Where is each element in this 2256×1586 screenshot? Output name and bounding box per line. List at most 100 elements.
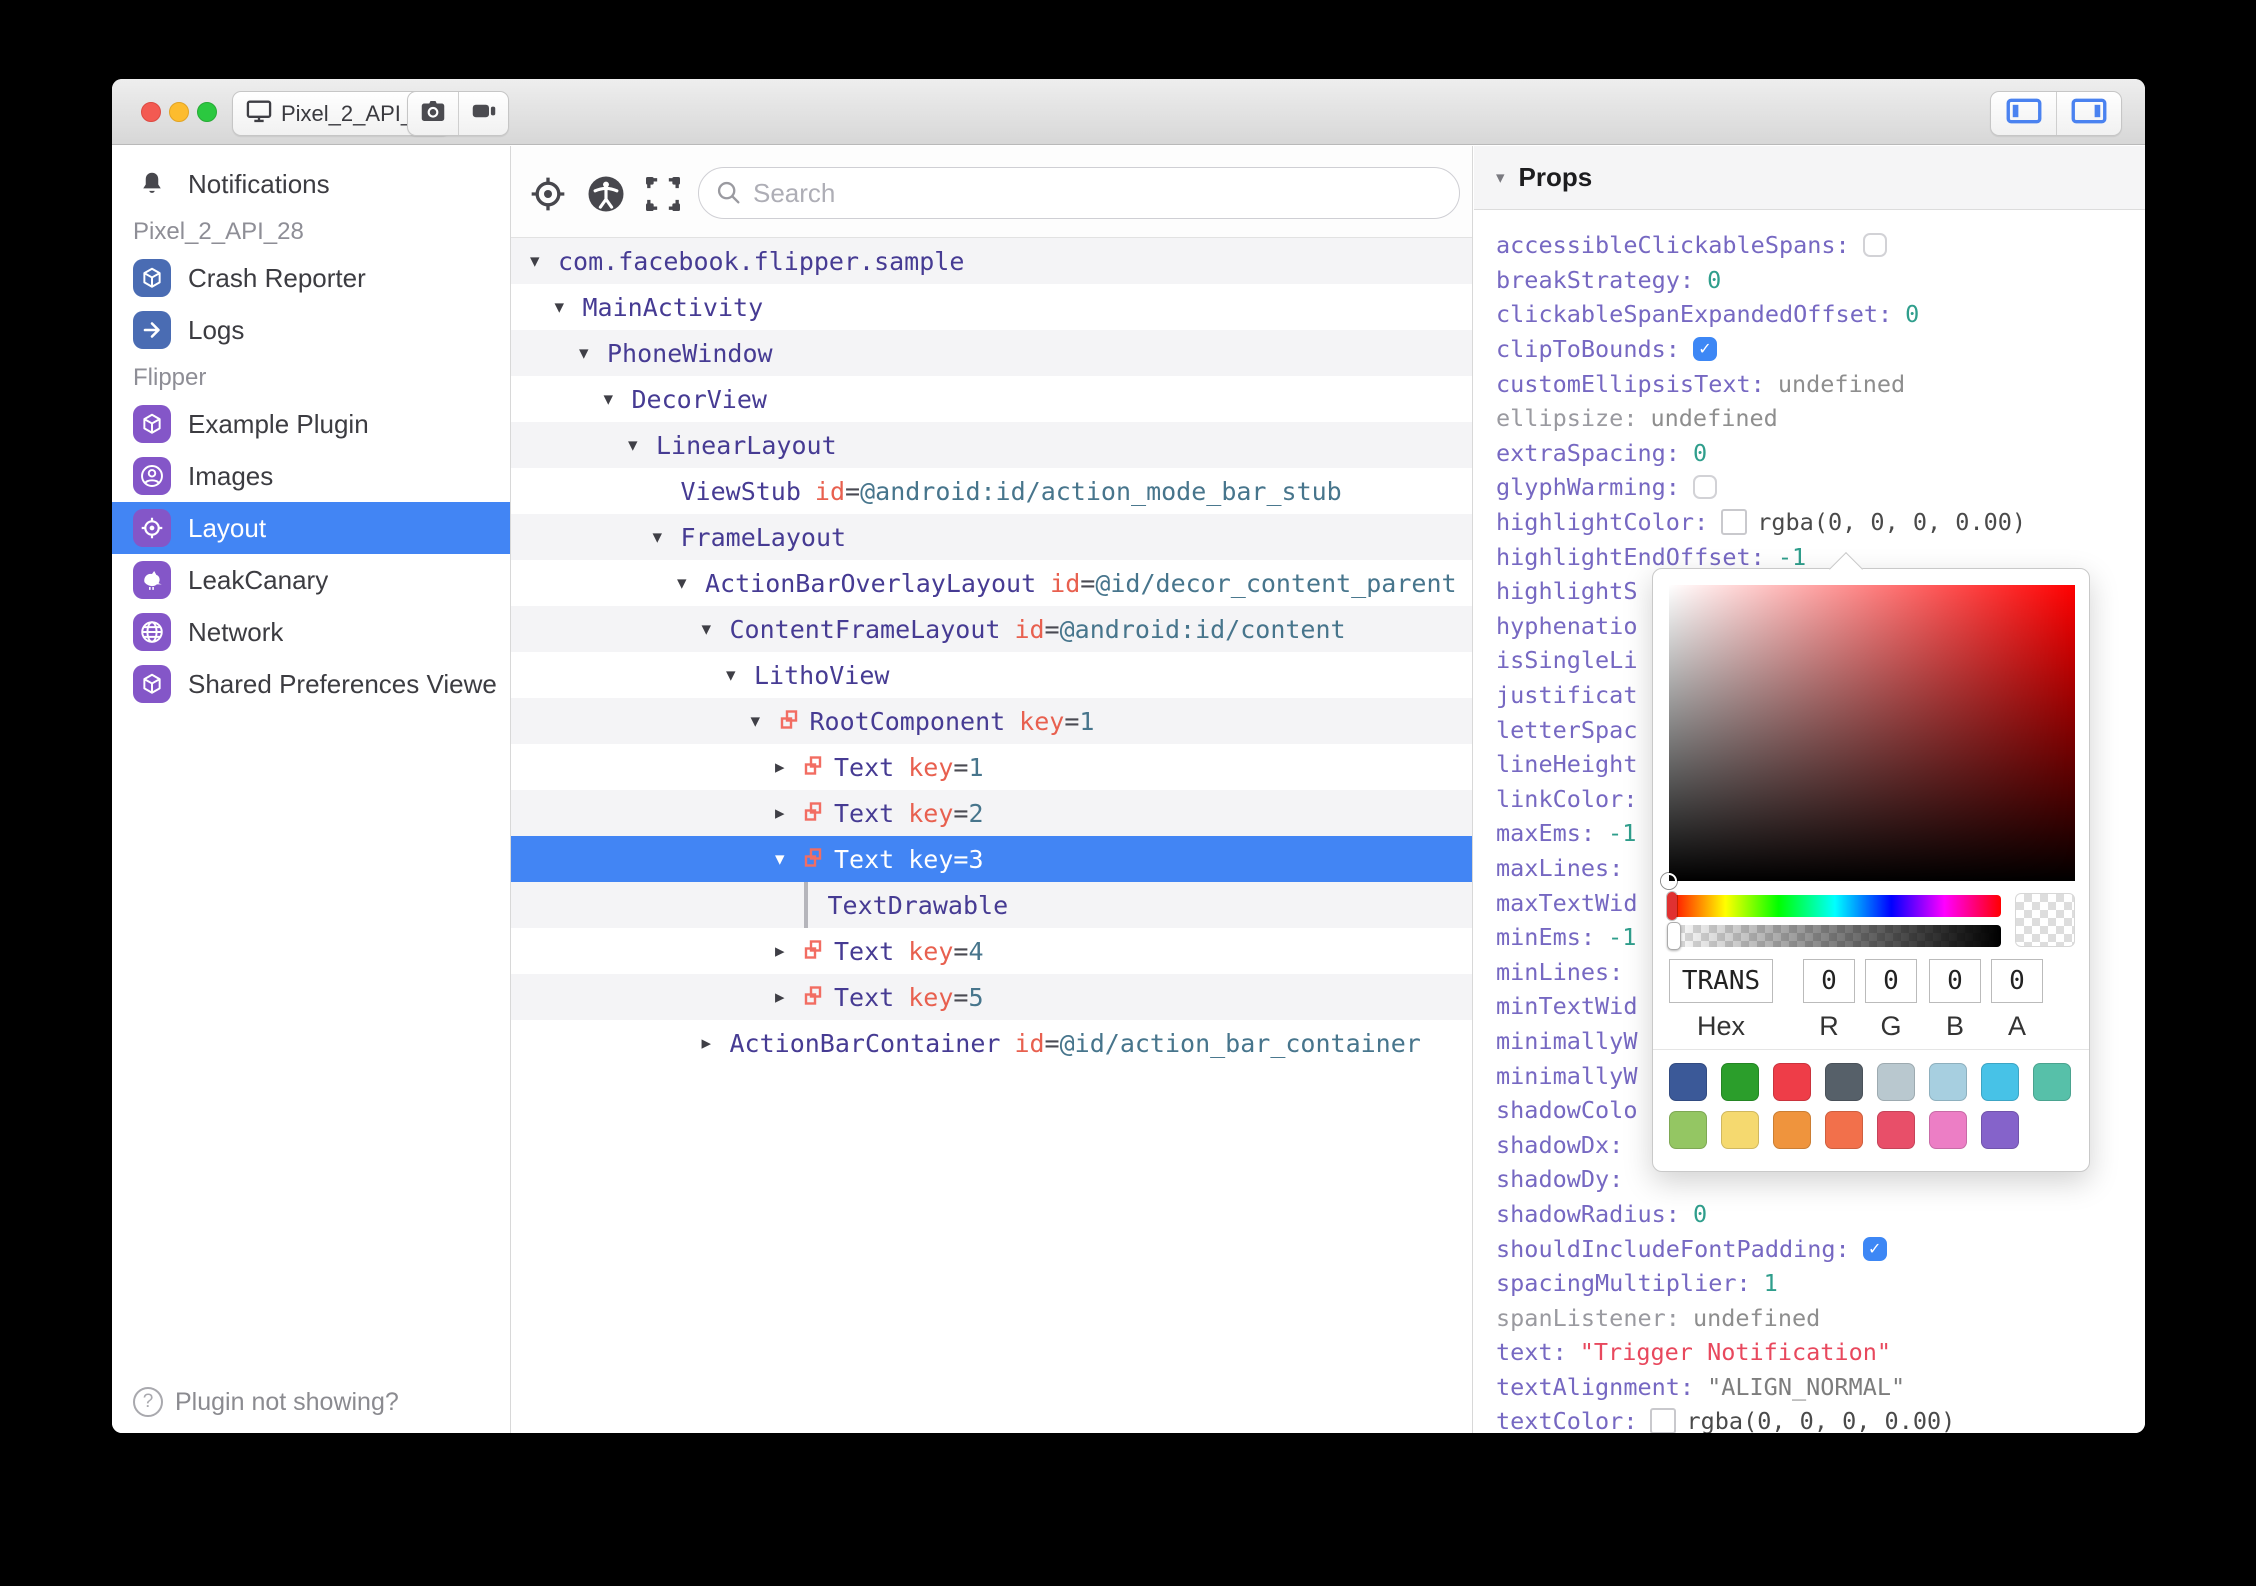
tree-row[interactable]: ▸ ActionBarContainer id = @id/action_bar_con… xyxy=(511,1020,1472,1066)
blue-input[interactable]: 0 xyxy=(1929,959,1981,1003)
node-attr-key: key xyxy=(908,798,954,828)
prop-label: text: xyxy=(1496,1338,1567,1367)
chevron-right-icon: ▸ xyxy=(775,986,785,1008)
cube-icon xyxy=(133,259,171,297)
zoom-window-button[interactable] xyxy=(197,102,217,122)
node-attr-equals: = xyxy=(1044,1028,1060,1058)
saturation-cursor[interactable] xyxy=(1661,873,1677,889)
preset-color-swatch[interactable] xyxy=(1929,1063,1967,1101)
question-circle-icon: ? xyxy=(133,1387,163,1417)
toggle-left-sidebar-button[interactable] xyxy=(1991,92,2056,135)
prop-label: shouldIncludeFontPadding: xyxy=(1496,1234,1850,1263)
plugin-not-showing-link[interactable]: ? Plugin not showing? xyxy=(133,1387,399,1417)
node-name: LithoView xyxy=(754,660,890,690)
right-panel-icon xyxy=(2071,97,2107,130)
props-section-header[interactable]: ▾ Props xyxy=(1474,146,2145,210)
sidebar-item-leakcanary[interactable]: LeakCanary xyxy=(112,554,510,606)
tree-row[interactable]: ▸ Text key = 2 xyxy=(511,790,1472,836)
sidebar-item-network[interactable]: Network xyxy=(112,606,510,658)
tree-row[interactable]: ViewStub id = @android:id/action_mode_bar_s… xyxy=(511,468,1472,514)
preset-color-swatch[interactable] xyxy=(1877,1111,1915,1149)
preset-color-swatch[interactable] xyxy=(1981,1063,2019,1101)
green-label: G xyxy=(1880,1011,1902,1041)
checkbox-checked[interactable]: ✓ xyxy=(1692,337,1717,362)
saturation-value-area[interactable] xyxy=(1661,585,2075,889)
minimize-window-button[interactable] xyxy=(169,102,189,122)
color-swatch-checkbox[interactable] xyxy=(1721,509,1748,536)
tree-row[interactable]: ▾ DecorView xyxy=(511,376,1472,422)
tree-row[interactable]: ▾ PhoneWindow xyxy=(511,330,1472,376)
capture-button-group xyxy=(407,91,509,136)
preset-color-swatch[interactable] xyxy=(1929,1111,1967,1149)
hue-slider[interactable] xyxy=(1667,892,2001,920)
prop-string-value: "Trigger Notification" xyxy=(1579,1338,1892,1367)
tree-row[interactable]: ▸ Text key = 1 xyxy=(511,744,1472,790)
screen-record-button[interactable] xyxy=(458,92,508,135)
preset-color-swatch[interactable] xyxy=(1825,1063,1863,1101)
tree-row[interactable]: ▾ RootComponent key = 1 xyxy=(511,698,1472,744)
sidebar-item-notifications[interactable]: Notifications xyxy=(112,158,510,210)
sidebar-item-example-plugin[interactable]: Example Plugin xyxy=(112,398,510,450)
screenshot-button[interactable] xyxy=(408,92,458,135)
preset-color-swatch[interactable] xyxy=(1877,1063,1915,1101)
select-element-button[interactable] xyxy=(641,172,685,216)
prop-undefined-value: undefined xyxy=(1777,369,1906,398)
target-mode-button[interactable] xyxy=(526,172,570,216)
sidebar-item-shared-preferences-viewe[interactable]: Shared Preferences Viewe xyxy=(112,658,510,710)
sidebar-item-images[interactable]: Images xyxy=(112,450,510,502)
element-tree: ▾ com.facebook.flipper.sample ▾ MainActivit… xyxy=(511,238,1472,1433)
node-attr-equals: = xyxy=(953,844,969,874)
alpha-input[interactable]: 0 xyxy=(1991,959,2043,1003)
sidebar-item-crash-reporter[interactable]: Crash Reporter xyxy=(112,252,510,304)
green-input[interactable]: 0 xyxy=(1865,959,1917,1003)
tree-row[interactable]: ▾ LithoView xyxy=(511,652,1472,698)
tree-row[interactable]: ▾ MainActivity xyxy=(511,284,1472,330)
litho-component-icon xyxy=(803,802,825,824)
node-name: ActionBarContainer xyxy=(729,1028,1001,1058)
camera-icon xyxy=(418,96,448,131)
prop-label: lineHeight xyxy=(1496,750,1638,779)
preset-color-swatch[interactable] xyxy=(1773,1111,1811,1149)
tree-row[interactable]: ▸ Text key = 5 xyxy=(511,974,1472,1020)
preset-color-swatch[interactable] xyxy=(1981,1111,2019,1149)
hue-slider-handle[interactable] xyxy=(1667,892,1677,920)
accessibility-mode-button[interactable] xyxy=(584,172,628,216)
video-camera-icon xyxy=(469,96,499,131)
hex-input[interactable]: TRANS xyxy=(1669,959,1773,1003)
tree-row[interactable]: ▾ FrameLayout xyxy=(511,514,1472,560)
preset-color-swatch[interactable] xyxy=(1721,1063,1759,1101)
tree-row[interactable]: ▾ ActionBarOverlayLayout id = @id/decor_cont… xyxy=(511,560,1472,606)
toggle-right-sidebar-button[interactable] xyxy=(2056,92,2121,135)
prop-label: shadowRadius: xyxy=(1496,1199,1680,1228)
red-input[interactable]: 0 xyxy=(1803,959,1855,1003)
tree-row[interactable]: ▸ Text key = 4 xyxy=(511,928,1472,974)
node-name: LinearLayout xyxy=(656,430,837,460)
close-window-button[interactable] xyxy=(141,102,161,122)
alpha-slider[interactable] xyxy=(1669,925,2001,947)
preset-color-swatch[interactable] xyxy=(1773,1063,1811,1101)
chevron-right-icon: ▸ xyxy=(775,802,785,824)
node-name: Text xyxy=(834,844,895,874)
node-attr-equals: = xyxy=(953,982,969,1012)
preset-color-swatch[interactable] xyxy=(2033,1063,2071,1101)
preset-color-swatch[interactable] xyxy=(1825,1111,1863,1149)
preset-color-swatch[interactable] xyxy=(1669,1111,1707,1149)
checkbox-checked[interactable]: ✓ xyxy=(1862,1236,1887,1261)
preset-color-swatch[interactable] xyxy=(1721,1111,1759,1149)
tree-row[interactable]: ▾ com.facebook.flipper.sample xyxy=(511,238,1472,284)
search-input[interactable]: Search xyxy=(698,167,1460,219)
alpha-slider-handle[interactable] xyxy=(1667,922,1681,950)
prop-number-value: 1 xyxy=(1763,1269,1778,1298)
sidebar-item-logs[interactable]: Logs xyxy=(112,304,510,356)
prop-label: isSingleLi xyxy=(1496,646,1638,675)
sidebar-item-layout[interactable]: Layout xyxy=(112,502,510,554)
preset-color-swatch[interactable] xyxy=(1669,1063,1707,1101)
alpha-label: A xyxy=(2007,1011,2026,1041)
tree-row[interactable]: ▾ Text key = 3 xyxy=(511,836,1472,882)
checkbox-unchecked[interactable] xyxy=(1862,233,1887,258)
color-swatch-checkbox[interactable] xyxy=(1650,1408,1677,1433)
tree-row[interactable]: TextDrawable xyxy=(511,882,1472,928)
tree-row[interactable]: ▾ LinearLayout xyxy=(511,422,1472,468)
tree-row[interactable]: ▾ ContentFrameLayout id = @android:id/conten… xyxy=(511,606,1472,652)
checkbox-unchecked[interactable] xyxy=(1692,475,1717,500)
